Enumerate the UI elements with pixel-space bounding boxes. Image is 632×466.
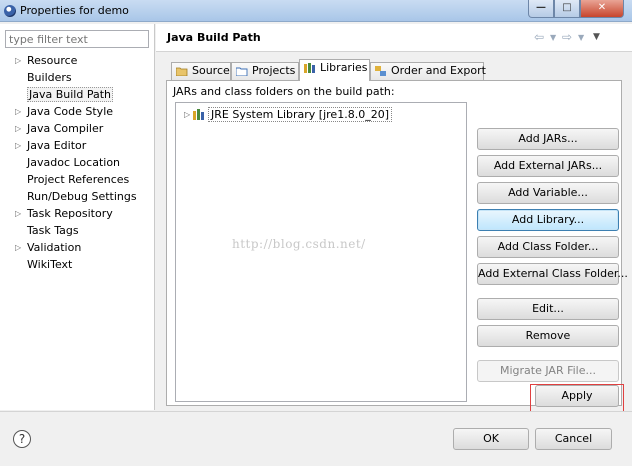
add-library-button[interactable]: Add Library... <box>477 209 619 231</box>
expand-arrow-icon[interactable]: ▷ <box>15 120 21 137</box>
minimize-button[interactable]: — <box>528 0 554 18</box>
tree-item-label: Builders <box>27 71 72 84</box>
dialog-button-bar: ? OK Cancel <box>0 411 632 466</box>
view-menu-icon[interactable]: ▼ <box>593 32 600 42</box>
tab-source[interactable]: Source <box>171 62 231 80</box>
tree-item-label: Javadoc Location <box>27 156 121 169</box>
title-bar[interactable]: Properties for demo — □ ✕ <box>0 0 632 22</box>
tree-item-label: Java Code Style <box>27 105 114 118</box>
expand-arrow-icon[interactable]: ▷ <box>15 103 21 120</box>
tree-item[interactable]: ▷ Java Editor <box>0 137 155 154</box>
tab-projects-label: Projects <box>252 64 296 77</box>
apply-button[interactable]: Apply <box>535 385 619 407</box>
forward-arrow-icon[interactable]: ⇨ <box>562 30 572 44</box>
forward-dropdown-icon[interactable]: ▼ <box>578 33 584 42</box>
tree-item[interactable]: ▷ Task Repository <box>0 205 155 222</box>
page-title: Java Build Path <box>167 31 261 44</box>
eclipse-icon <box>4 5 16 17</box>
tree-item-label: Java Compiler <box>27 122 104 135</box>
order-export-icon <box>375 66 386 76</box>
tree-item-label: Project References <box>27 173 130 186</box>
add-variable-button[interactable]: Add Variable... <box>477 182 619 204</box>
tree-item[interactable]: Project References <box>0 171 155 188</box>
edit-button[interactable]: Edit... <box>477 298 619 320</box>
library-label: JRE System Library [jre1.8.0_20] <box>208 107 392 122</box>
expand-arrow-icon[interactable]: ▷ <box>15 239 21 256</box>
tree-item[interactable]: ▷ Java Compiler <box>0 120 155 137</box>
tree-item[interactable]: Java Build Path <box>0 86 155 103</box>
tab-order-export[interactable]: Order and Export <box>370 62 486 80</box>
expand-arrow-icon[interactable]: ▷ <box>15 52 21 69</box>
add-jars-button[interactable]: Add JARs... <box>477 128 619 150</box>
ok-button[interactable]: OK <box>453 428 529 450</box>
list-item[interactable]: ▷ JRE System Library [jre1.8.0_20] <box>180 107 392 123</box>
migrate-jar-button: Migrate JAR File... <box>477 360 619 382</box>
tree-item[interactable]: Run/Debug Settings <box>0 188 155 205</box>
expand-arrow-icon[interactable]: ▷ <box>184 107 190 123</box>
cancel-button[interactable]: Cancel <box>535 428 612 450</box>
tree-item-label: Run/Debug Settings <box>27 190 137 203</box>
category-tree: ▷ Resource Builders Java Build Path ▷ Java Co… <box>0 52 155 273</box>
tree-item-label: Java Editor <box>27 139 87 152</box>
tree-item[interactable]: WikiText <box>0 256 155 273</box>
tree-item[interactable]: Builders <box>0 69 155 86</box>
properties-dialog: Properties for demo — □ ✕ ▷ Resource Build… <box>0 0 632 466</box>
tree-item-label: Resource <box>27 54 78 67</box>
tree-item[interactable]: ▷ Resource <box>0 52 155 69</box>
library-icon <box>193 109 204 120</box>
source-folder-icon <box>176 67 188 76</box>
expand-arrow-icon[interactable]: ▷ <box>15 137 21 154</box>
tree-item-label: Task Repository <box>27 207 113 220</box>
window-title: Properties for demo <box>20 4 129 17</box>
tab-order-export-label: Order and Export <box>391 64 486 77</box>
tree-item-label: Task Tags <box>27 224 79 237</box>
tree-item[interactable]: Javadoc Location <box>0 154 155 171</box>
tab-libraries[interactable]: Libraries <box>299 59 370 81</box>
libraries-icon <box>304 63 315 73</box>
tree-item-label: Java Build Path <box>27 87 114 102</box>
close-button[interactable]: ✕ <box>580 0 624 18</box>
category-pane: ▷ Resource Builders Java Build Path ▷ Java Co… <box>0 24 155 410</box>
projects-icon <box>236 67 248 76</box>
tree-item[interactable]: ▷ Java Code Style <box>0 103 155 120</box>
tree-item[interactable]: Task Tags <box>0 222 155 239</box>
tree-item-label: Validation <box>27 241 82 254</box>
maximize-button[interactable]: □ <box>554 0 580 18</box>
expand-arrow-icon[interactable]: ▷ <box>15 205 21 222</box>
back-dropdown-icon[interactable]: ▼ <box>550 33 556 42</box>
tab-projects[interactable]: Projects <box>231 62 299 80</box>
watermark-text: http://blog.csdn.net/ <box>232 237 366 251</box>
add-external-class-folder-button[interactable]: Add External Class Folder... <box>477 263 628 285</box>
remove-button[interactable]: Remove <box>477 325 619 347</box>
tree-item-label: WikiText <box>27 258 73 271</box>
property-page: Java Build Path ⇦ ▼ ⇨ ▼ ▼ Source Project… <box>156 24 632 410</box>
tab-libraries-label: Libraries <box>320 61 368 74</box>
tree-item[interactable]: ▷ Validation <box>0 239 155 256</box>
libraries-label: JARs and class folders on the build path… <box>173 85 395 98</box>
page-header: Java Build Path ⇦ ▼ ⇨ ▼ ▼ <box>156 24 632 52</box>
tab-source-label: Source <box>192 64 230 77</box>
add-external-jars-button[interactable]: Add External JARs... <box>477 155 619 177</box>
add-class-folder-button[interactable]: Add Class Folder... <box>477 236 619 258</box>
libraries-list[interactable]: ▷ JRE System Library [jre1.8.0_20] <box>175 102 467 402</box>
help-icon[interactable]: ? <box>13 430 31 448</box>
filter-input[interactable] <box>5 30 149 48</box>
back-arrow-icon[interactable]: ⇦ <box>534 30 544 44</box>
